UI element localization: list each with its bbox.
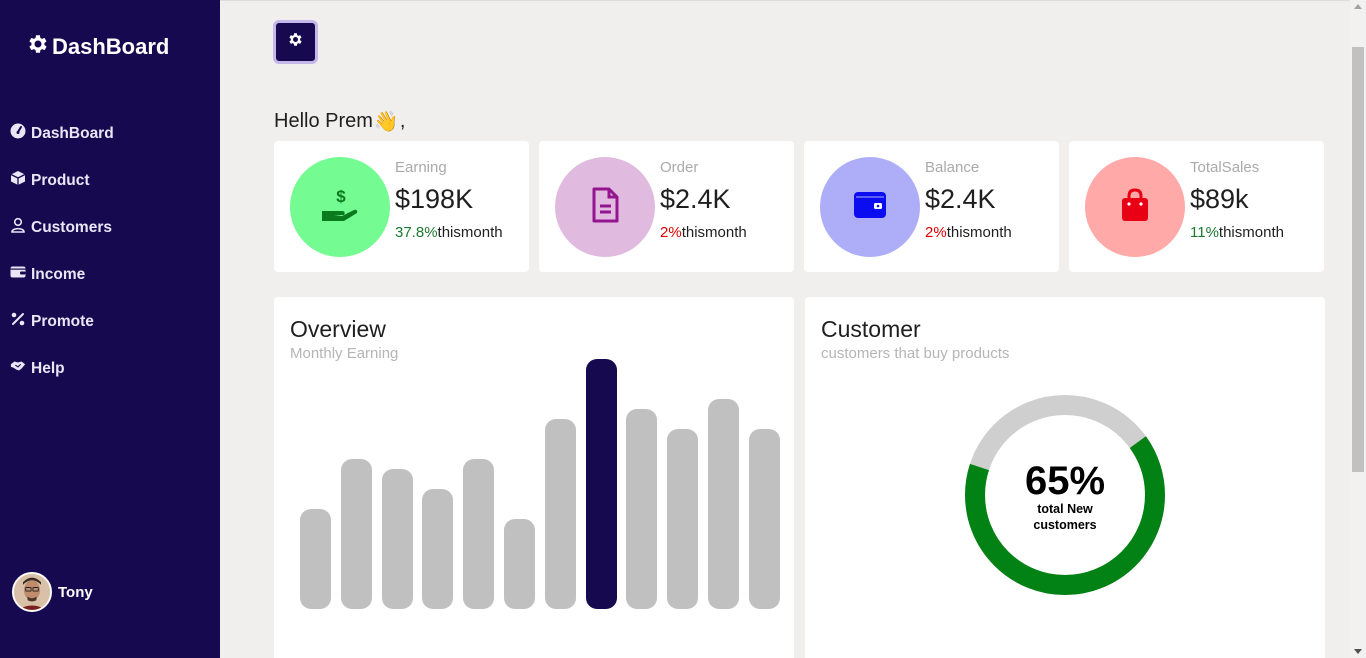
card-label: Earning xyxy=(395,159,447,176)
scroll-thumb[interactable] xyxy=(1352,47,1364,472)
stat-cards: $ Earning $198K 37.8%thismonth Order $2.… xyxy=(274,141,1324,272)
earning-card: $ Earning $198K 37.8%thismonth xyxy=(274,141,529,272)
sidebar: DashBoard DashBoard Product Customers In… xyxy=(0,0,220,658)
sidebar-item-label: Product xyxy=(31,171,90,189)
sidebar-item-label: Promote xyxy=(31,312,94,330)
greeting: Hello Prem 👋, xyxy=(274,109,405,134)
card-change: 2%thismonth xyxy=(660,224,747,241)
card-icon-circle xyxy=(555,157,655,257)
totalsales-card: TotalSales $89k 11%thismonth xyxy=(1069,141,1324,272)
sidebar-item-customers[interactable]: Customers xyxy=(10,204,114,251)
percent-icon xyxy=(10,311,31,332)
customer-title: Customer xyxy=(821,316,921,342)
brand[interactable]: DashBoard xyxy=(26,32,169,62)
avatar xyxy=(12,572,52,612)
brand-title: DashBoard xyxy=(52,34,170,59)
wallet-icon xyxy=(850,185,890,230)
document-icon xyxy=(585,185,625,230)
card-change-suffix: thismonth xyxy=(681,224,747,241)
card-change-suffix: thismonth xyxy=(1218,224,1284,241)
sidebar-item-help[interactable]: Help xyxy=(10,345,114,392)
chart-bar xyxy=(504,519,535,609)
card-label: Balance xyxy=(925,159,980,176)
page-scrollbar[interactable] xyxy=(1350,0,1366,658)
dollar-hand-icon: $ xyxy=(320,185,360,230)
customer-donut-chart: 65% total New customers xyxy=(963,393,1167,597)
card-change-percent: 11% xyxy=(1190,224,1219,241)
order-card: Order $2.4K 2%thismonth xyxy=(539,141,794,272)
chart-bar xyxy=(544,419,576,609)
chart-bar xyxy=(463,459,495,609)
chart-bar xyxy=(626,409,658,609)
overview-panel: Overview Monthly Earning xyxy=(274,297,794,658)
wave-emoji: 👋 xyxy=(373,111,399,133)
chart-bar xyxy=(340,459,372,609)
scroll-up-arrow-icon[interactable] xyxy=(1354,4,1362,9)
card-change-percent: 2% xyxy=(660,224,682,241)
scroll-down-arrow-icon[interactable] xyxy=(1354,649,1362,654)
balance-card: Balance $2.4K 2%thismonth xyxy=(804,141,1059,272)
handshake-icon xyxy=(10,358,31,379)
monthly-earning-chart xyxy=(300,297,780,609)
cube-icon xyxy=(10,170,31,191)
chart-bar xyxy=(585,359,617,609)
user-icon xyxy=(10,217,31,238)
svg-text:$: $ xyxy=(336,187,346,206)
sidebar-item-promote[interactable]: Promote xyxy=(10,298,114,345)
card-label: TotalSales xyxy=(1190,159,1260,176)
gauge-icon xyxy=(10,123,31,144)
card-icon-circle xyxy=(820,157,920,257)
customer-subtitle: customers that buy products xyxy=(821,345,1010,362)
card-value: $89k xyxy=(1190,184,1249,214)
chart-bar xyxy=(300,509,331,609)
card-icon-circle: $ xyxy=(290,157,390,257)
card-change-percent: 2% xyxy=(925,224,947,241)
donut-caption: total New customers xyxy=(1033,502,1097,532)
card-change: 37.8%thismonth xyxy=(395,224,503,241)
wallet-icon xyxy=(10,264,31,285)
chart-bar xyxy=(667,429,699,609)
shopping-bag-icon xyxy=(1115,185,1155,230)
chart-bar xyxy=(381,469,413,609)
greeting-suffix: , xyxy=(399,110,406,132)
user-name: Tony xyxy=(58,583,93,601)
sidebar-item-label: Income xyxy=(31,265,86,283)
chart-bar xyxy=(422,489,454,609)
donut-value: 65% xyxy=(1024,459,1106,503)
sidebar-item-label: Customers xyxy=(31,218,112,236)
card-label: Order xyxy=(660,159,699,176)
card-change-suffix: thismonth xyxy=(437,224,503,241)
card-value: $2.4K xyxy=(660,184,731,214)
sidebar-nav: DashBoard Product Customers Income Promo… xyxy=(10,110,114,392)
chart-bar xyxy=(708,399,739,609)
settings-button[interactable] xyxy=(273,20,318,64)
main-content: Hello Prem 👋, $ Earning $198K 37.8%thismo… xyxy=(220,0,1350,658)
card-change-suffix: thismonth xyxy=(946,224,1012,241)
chart-bar xyxy=(748,429,780,609)
customer-panel: Customer customers that buy products 65%… xyxy=(805,297,1325,658)
sidebar-item-label: Help xyxy=(31,359,65,377)
card-change: 2%thismonth xyxy=(925,224,1012,241)
card-value: $2.4K xyxy=(925,184,996,214)
sidebar-item-product[interactable]: Product xyxy=(10,157,114,204)
card-value: $198K xyxy=(395,184,474,214)
sidebar-item-dashboard[interactable]: DashBoard xyxy=(10,110,114,157)
card-change: 11%thismonth xyxy=(1190,224,1284,241)
gear-icon xyxy=(26,32,50,62)
sidebar-item-income[interactable]: Income xyxy=(10,251,114,298)
card-change-percent: 37.8% xyxy=(395,224,438,241)
card-icon-circle xyxy=(1085,157,1185,257)
gear-icon xyxy=(287,31,304,53)
greeting-text: Hello Prem xyxy=(274,110,373,132)
sidebar-item-label: DashBoard xyxy=(31,124,114,142)
user-profile[interactable]: Tony xyxy=(12,572,93,612)
